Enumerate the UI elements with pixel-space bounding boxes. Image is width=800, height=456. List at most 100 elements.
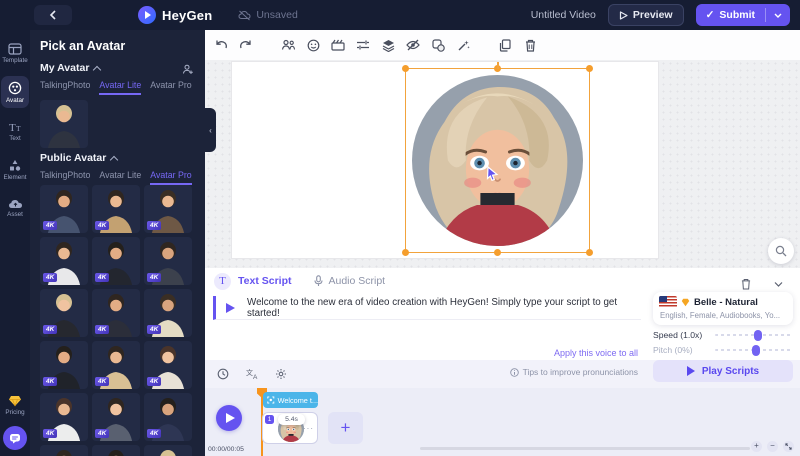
back-button[interactable] <box>34 5 72 25</box>
timeline-scrollbar[interactable] <box>420 447 750 450</box>
avatar-thumbnail[interactable]: 4K <box>92 237 140 285</box>
nav-text[interactable]: TT Text <box>1 116 29 146</box>
translate-button[interactable]: 文A <box>244 366 260 382</box>
magic-wand-button[interactable] <box>455 37 471 53</box>
submit-dropdown[interactable] <box>766 13 790 18</box>
tab-talkingphoto[interactable]: TalkingPhoto <box>40 80 90 95</box>
nav-asset[interactable]: Asset <box>1 193 29 222</box>
pause-duration-button[interactable] <box>215 366 231 382</box>
tab-avatar-pro[interactable]: Avatar Pro <box>150 170 191 185</box>
resize-handle-se[interactable] <box>586 249 593 256</box>
change-avatar-button[interactable] <box>280 37 296 53</box>
avatar-thumbnail[interactable]: 4K <box>92 341 140 389</box>
play-line-button[interactable] <box>226 303 235 313</box>
tab-talkingphoto[interactable]: TalkingPhoto <box>40 170 90 185</box>
add-avatar-button[interactable] <box>182 62 193 80</box>
pitch-slider-handle[interactable] <box>752 345 760 356</box>
tab-avatar-pro[interactable]: Avatar Pro <box>150 80 191 95</box>
scene-number-badge: 1 <box>265 415 274 424</box>
speed-slider[interactable] <box>715 334 793 336</box>
delete-button[interactable] <box>522 37 538 53</box>
collapse-caret-icon <box>110 155 118 163</box>
selection-box[interactable] <box>405 68 590 253</box>
resize-handle-sw[interactable] <box>402 249 409 256</box>
voice-selector[interactable]: Belle - Natural English, Female, Audiobo… <box>653 292 793 325</box>
save-status-label: Unsaved <box>256 9 297 21</box>
pitch-slider[interactable] <box>715 349 793 351</box>
collapse-script-button[interactable] <box>770 276 786 292</box>
timeline-zoom-out-button[interactable]: − <box>767 441 778 452</box>
avatar-thumbnail[interactable]: 4K <box>92 445 140 456</box>
my-avatar-heading[interactable]: My Avatar <box>40 62 100 74</box>
resize-handle-nw[interactable] <box>402 65 409 72</box>
timeline-zoom-in-button[interactable]: + <box>751 441 762 452</box>
voice-name: Belle - Natural <box>694 297 758 308</box>
avatar-thumbnail[interactable]: 4K <box>92 289 140 337</box>
avatar-thumbnail[interactable]: 4K <box>144 289 192 337</box>
tab-audio-script[interactable]: Audio Script <box>314 275 385 287</box>
avatar-thumbnail[interactable]: 4K <box>40 237 88 285</box>
layers-button[interactable] <box>380 37 396 53</box>
undo-button[interactable] <box>213 37 229 53</box>
submit-button[interactable]: ✓ Submit <box>696 4 790 26</box>
resize-handle-ne[interactable] <box>586 65 593 72</box>
resize-handle-s[interactable] <box>494 249 501 256</box>
avatar-thumbnail[interactable]: 4K <box>92 185 140 233</box>
avatar-thumbnail[interactable]: 4K <box>40 445 88 456</box>
adjust-button[interactable] <box>355 37 371 53</box>
avatar-thumbnail[interactable]: 4K <box>40 185 88 233</box>
heygen-logo[interactable]: HeyGen <box>138 6 212 24</box>
nav-template[interactable]: Template <box>1 38 29 68</box>
hide-button[interactable] <box>405 37 421 53</box>
redo-button[interactable] <box>238 37 254 53</box>
play-outline-icon <box>619 11 628 20</box>
apply-voice-link[interactable]: Apply this voice to all <box>554 348 638 358</box>
nav-avatar[interactable]: Avatar <box>1 76 29 108</box>
avatar-thumbnail[interactable]: 4K <box>144 445 192 456</box>
avatar-thumbnail[interactable]: 4K <box>40 289 88 337</box>
add-scene-button[interactable]: + <box>328 412 363 444</box>
play-scripts-button[interactable]: Play Scripts <box>653 360 793 382</box>
panel-collapse-button[interactable]: ‹ <box>205 108 216 152</box>
app-name: HeyGen <box>162 8 212 23</box>
pronunciation-tips-link[interactable]: Tips to improve pronunciations <box>510 367 638 377</box>
nav-element[interactable]: Element <box>1 154 29 185</box>
scene-menu-button[interactable]: ··· <box>303 424 314 433</box>
script-text[interactable]: Welcome to the new era of video creation… <box>247 297 641 319</box>
canvas-zoom-button[interactable] <box>768 238 794 264</box>
script-settings-button[interactable] <box>273 366 289 382</box>
public-avatar-heading[interactable]: Public Avatar <box>40 152 117 164</box>
text-script-icon[interactable]: T <box>214 273 231 290</box>
emotion-button[interactable] <box>305 37 321 53</box>
avatar-thumbnail[interactable]: 4K <box>144 393 192 441</box>
scene-button[interactable] <box>330 37 346 53</box>
avatar-thumbnail[interactable]: 4K <box>144 185 192 233</box>
nav-pricing[interactable]: Pricing <box>1 390 29 420</box>
clip-label: Welcome t... <box>278 396 318 405</box>
tab-avatar-lite[interactable]: Avatar Lite <box>99 80 141 95</box>
avatar-thumbnail[interactable]: 4K <box>144 237 192 285</box>
avatar-thumbnail[interactable]: 4K <box>144 341 192 389</box>
preview-button[interactable]: Preview <box>608 4 684 26</box>
scene-card[interactable]: 1 5.4s ··· <box>262 412 318 444</box>
script-clip[interactable]: Welcome t... <box>263 392 318 408</box>
video-title[interactable]: Untitled Video <box>531 9 596 21</box>
script-line[interactable]: Welcome to the new era of video creation… <box>213 296 641 320</box>
avatar-thumbnail[interactable]: 4K <box>92 393 140 441</box>
duplicate-button[interactable] <box>497 37 513 53</box>
tab-avatar-lite[interactable]: Avatar Lite <box>99 170 141 185</box>
4k-badge: 4K <box>147 221 161 230</box>
tab-text-script[interactable]: Text Script <box>238 275 291 287</box>
speed-slider-handle[interactable] <box>754 330 762 341</box>
avatar-thumbnail[interactable]: 4K <box>40 341 88 389</box>
delete-script-button[interactable] <box>738 276 754 292</box>
timeline-play-button[interactable] <box>216 405 242 431</box>
timeline-fit-button[interactable] <box>783 441 794 452</box>
scene-duration[interactable]: 5.4s <box>278 414 305 425</box>
group-button[interactable] <box>430 37 446 53</box>
video-canvas[interactable] <box>205 60 800 268</box>
chat-support-button[interactable] <box>3 426 27 450</box>
4k-badge: 4K <box>147 429 161 438</box>
avatar-thumbnail[interactable]: 4K <box>40 393 88 441</box>
avatar-thumbnail[interactable] <box>40 100 88 148</box>
